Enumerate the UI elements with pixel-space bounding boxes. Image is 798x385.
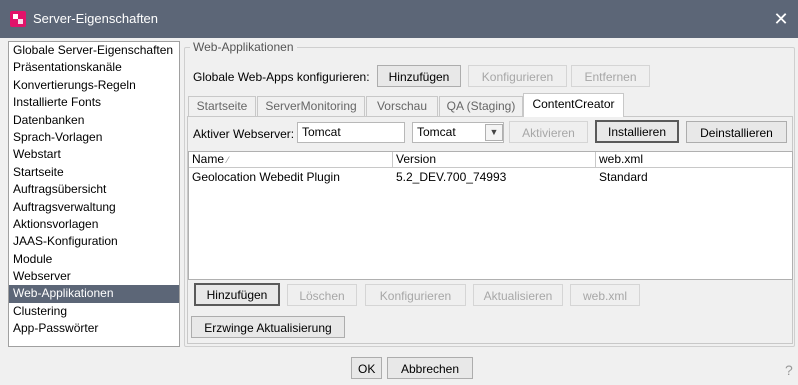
configure-button[interactable]: Konfigurieren: [365, 284, 466, 306]
sidebar-item-webstart[interactable]: Webstart: [9, 146, 179, 163]
force-update-button[interactable]: Erzwinge Aktualisierung: [191, 316, 345, 338]
close-icon[interactable]: ✕: [770, 8, 792, 30]
sidebar-item-app-passwoerter[interactable]: App-Passwörter: [9, 320, 179, 337]
ok-button[interactable]: OK: [351, 357, 382, 379]
tab-qa-staging[interactable]: QA (Staging): [439, 96, 523, 116]
column-header-version[interactable]: Version: [393, 152, 596, 168]
sidebar-item-module[interactable]: Module: [9, 251, 179, 268]
sidebar-item-web-applikationen[interactable]: Web-Applikationen: [9, 285, 179, 303]
sidebar-item-praesentationskanaele[interactable]: Präsentationskanäle: [9, 59, 179, 76]
global-add-button[interactable]: Hinzufügen: [377, 65, 461, 87]
install-button[interactable]: Installieren: [595, 120, 679, 143]
global-remove-button[interactable]: Entfernen: [571, 65, 650, 87]
title-bar: Server-Eigenschaften ✕: [0, 0, 798, 38]
sidebar-item-webserver[interactable]: Webserver: [9, 268, 179, 285]
sort-icon: ⁄: [227, 155, 229, 165]
active-webserver-label: Aktiver Webserver:: [193, 127, 295, 141]
sidebar: Globale Server-Eigenschaften Präsentatio…: [8, 41, 180, 347]
tab-startseite[interactable]: Startseite: [188, 96, 256, 116]
row-webxml: Standard: [599, 170, 648, 184]
sidebar-item-globale-server-eigenschaften[interactable]: Globale Server-Eigenschaften: [9, 42, 179, 59]
global-configure-button[interactable]: Konfigurieren: [468, 65, 567, 87]
webxml-button[interactable]: web.xml: [570, 284, 640, 306]
uninstall-button[interactable]: Deinstallieren: [686, 121, 787, 143]
sidebar-item-konvertierungs-regeln[interactable]: Konvertierungs-Regeln: [9, 77, 179, 94]
delete-button[interactable]: Löschen: [287, 284, 357, 306]
webapps-table: Name ⁄ Version web.xml Geolocation Webedi…: [188, 151, 793, 280]
app-icon: [10, 11, 26, 27]
cancel-button[interactable]: Abbrechen: [387, 357, 473, 379]
activate-button[interactable]: Aktivieren: [509, 121, 588, 143]
add-button[interactable]: Hinzufügen: [194, 283, 280, 306]
sidebar-item-startseite[interactable]: Startseite: [9, 164, 179, 181]
column-header-webxml[interactable]: web.xml: [596, 152, 792, 168]
row-version: 5.2_DEV.700_74993: [396, 170, 507, 184]
active-webserver-field[interactable]: Tomcat: [297, 122, 405, 143]
sidebar-item-installierte-fonts[interactable]: Installierte Fonts: [9, 94, 179, 111]
row-name: Geolocation Webedit Plugin: [192, 170, 340, 184]
chevron-down-icon[interactable]: ▼: [485, 124, 503, 141]
sidebar-item-clustering[interactable]: Clustering: [9, 303, 179, 320]
help-icon[interactable]: ?: [785, 362, 793, 378]
sidebar-item-auftragsverwaltung[interactable]: Auftragsverwaltung: [9, 199, 179, 216]
tab-contentcreator[interactable]: ContentCreator: [523, 93, 624, 117]
sidebar-item-jaas-konfiguration[interactable]: JAAS-Konfiguration: [9, 233, 179, 250]
sidebar-item-datenbanken[interactable]: Datenbanken: [9, 112, 179, 129]
tab-vorschau[interactable]: Vorschau: [366, 96, 438, 116]
global-webapps-label: Globale Web-Apps konfigurieren:: [193, 70, 370, 84]
group-title: Web-Applikationen: [190, 40, 297, 54]
sidebar-item-auftragsuebersicht[interactable]: Auftragsübersicht: [9, 181, 179, 198]
window-title: Server-Eigenschaften: [33, 11, 159, 26]
column-header-name[interactable]: Name ⁄: [189, 152, 393, 168]
tab-servermonitoring[interactable]: ServerMonitoring: [257, 96, 365, 116]
sidebar-item-aktionsvorlagen[interactable]: Aktionsvorlagen: [9, 216, 179, 233]
sidebar-item-sprach-vorlagen[interactable]: Sprach-Vorlagen: [9, 129, 179, 146]
update-button[interactable]: Aktualisieren: [473, 284, 563, 306]
